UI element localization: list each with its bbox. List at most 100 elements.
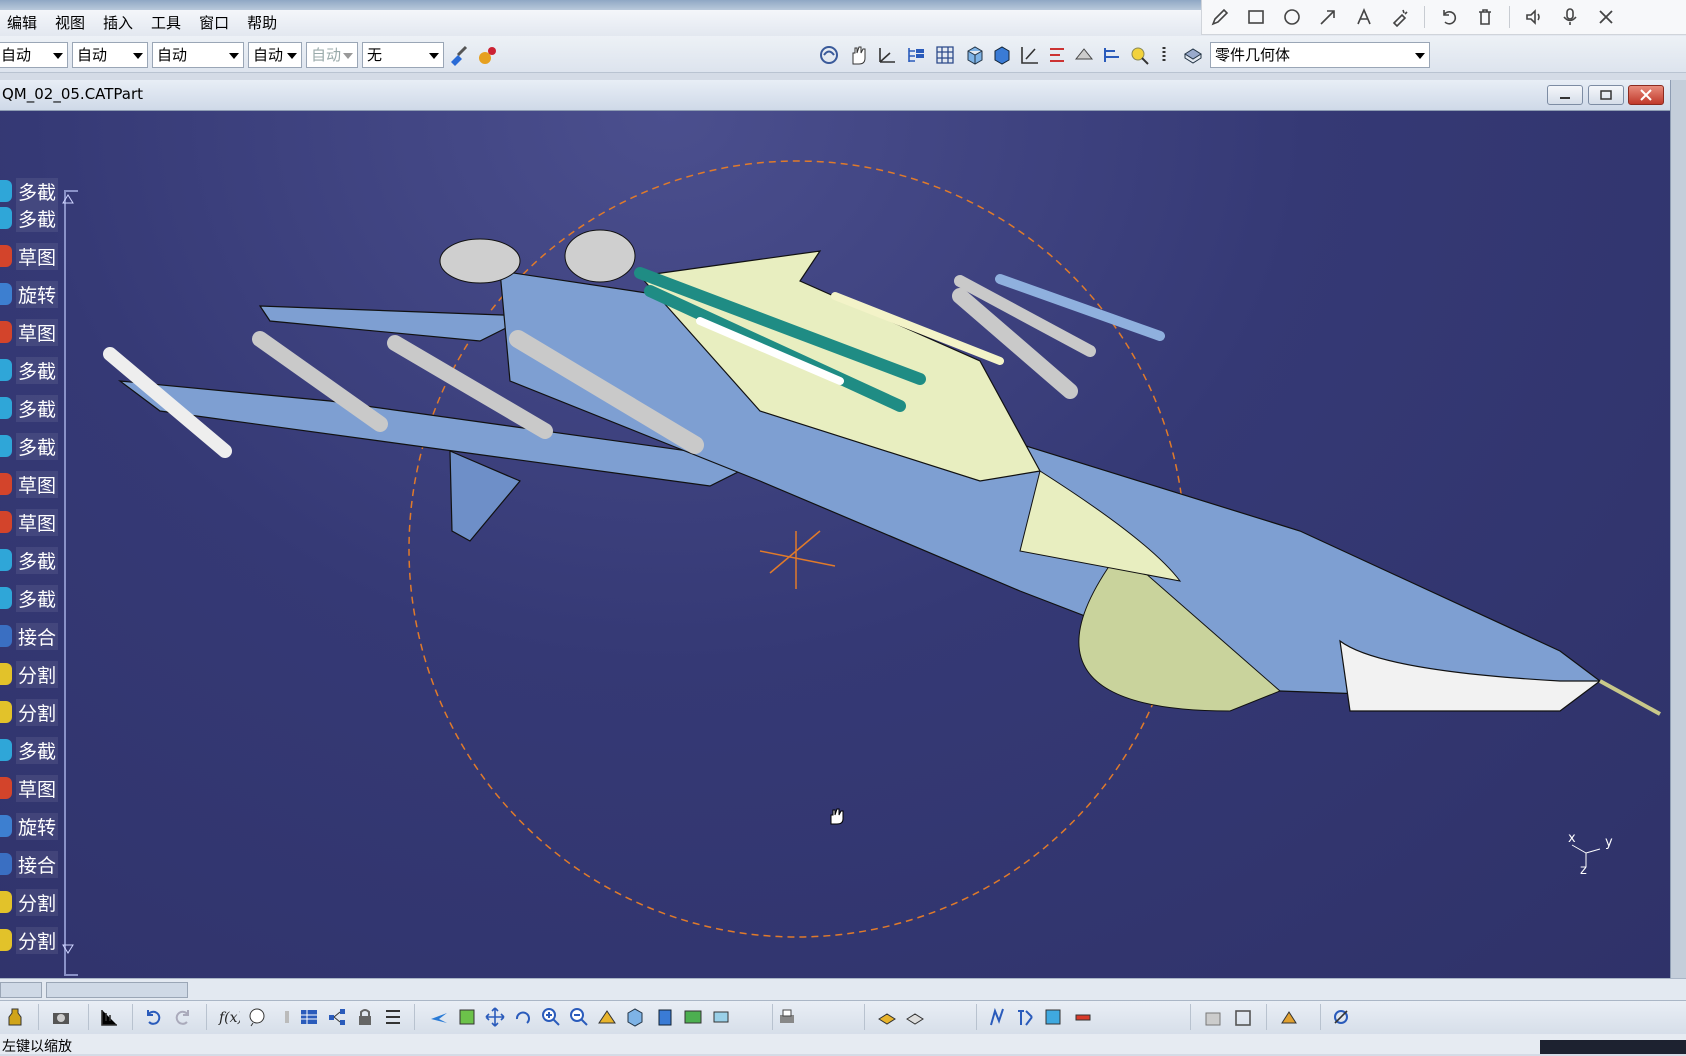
graphic-properties-icon[interactable] <box>477 44 499 66</box>
close-icon <box>1640 89 1652 101</box>
mini-tab[interactable] <box>46 982 188 998</box>
scroll-down-icon[interactable] <box>62 944 74 954</box>
maximize-button[interactable] <box>1588 85 1624 105</box>
boolean-icon[interactable] <box>986 1006 1008 1028</box>
shading-icon[interactable] <box>654 1006 676 1028</box>
layer-dropdown[interactable]: 无 <box>362 42 444 68</box>
point-symbol-dropdown[interactable]: 自动 <box>306 42 358 68</box>
swap-space-icon[interactable] <box>710 1006 732 1028</box>
undo-icon[interactable] <box>1431 2 1467 32</box>
hide-show-icon[interactable] <box>1019 44 1041 66</box>
mini-tab[interactable] <box>0 982 42 998</box>
formula-icon[interactable]: f(x) <box>218 1006 240 1028</box>
speaker-icon[interactable] <box>1516 2 1552 32</box>
close-button[interactable] <box>1628 85 1664 105</box>
model-canvas[interactable] <box>0 111 1670 978</box>
line-type-dropdown[interactable]: 自动 <box>248 42 302 68</box>
undo-icon[interactable] <box>142 1006 164 1028</box>
toolbar-separator <box>206 1004 207 1030</box>
text-icon[interactable] <box>1346 2 1382 32</box>
multi-section-icon <box>0 549 12 571</box>
lighting-icon[interactable] <box>1128 44 1150 66</box>
rotate-icon[interactable] <box>512 1006 534 1028</box>
normal-view-icon[interactable] <box>596 1006 618 1028</box>
layer-filter-icon[interactable] <box>1154 44 1176 66</box>
status-bar <box>0 1034 1686 1054</box>
trash-icon[interactable] <box>1467 2 1503 32</box>
multi-section-icon <box>0 207 12 229</box>
color-icon[interactable] <box>1042 1006 1064 1028</box>
fill-color-dropdown[interactable]: 自动 <box>0 42 68 68</box>
transparency-dropdown[interactable]: 自动 <box>72 42 148 68</box>
toolbar-separator <box>976 1004 977 1030</box>
zoom-in-icon[interactable] <box>540 1006 562 1028</box>
camera-icon[interactable] <box>50 1006 72 1028</box>
table-icon[interactable] <box>298 1006 320 1028</box>
format-painter-icon[interactable] <box>448 44 470 66</box>
menu-edit[interactable]: 编辑 <box>0 10 48 36</box>
part-body-icon[interactable] <box>1182 44 1204 66</box>
graph-icon[interactable] <box>326 1006 348 1028</box>
part-body-select[interactable]: 零件几何体 <box>1210 42 1430 68</box>
section-icon[interactable] <box>1202 1006 1224 1028</box>
close-icon[interactable] <box>1588 2 1624 32</box>
highlighter-icon[interactable] <box>1382 2 1418 32</box>
menu-insert[interactable]: 插入 <box>96 10 144 36</box>
light-bulb-icon[interactable] <box>276 1006 298 1028</box>
menu-view[interactable]: 视图 <box>48 10 96 36</box>
fly-icon[interactable] <box>428 1006 450 1028</box>
window-right-frame <box>1670 80 1686 980</box>
3d-viewport[interactable]: x y z <box>0 111 1670 978</box>
minimize-button[interactable] <box>1547 85 1583 105</box>
menu-help[interactable]: 帮助 <box>240 10 288 36</box>
fly-mode-icon[interactable] <box>818 44 840 66</box>
pan-hand-icon[interactable] <box>847 44 869 66</box>
rectangle-icon[interactable] <box>1238 2 1274 32</box>
sketch-icon <box>0 473 12 495</box>
catalog-icon[interactable] <box>904 1006 926 1028</box>
constraints-icon[interactable] <box>98 1006 120 1028</box>
compass-z-label: z <box>1580 863 1587 878</box>
tree-item-label: 旋转 <box>16 812 59 840</box>
knowledge-icon[interactable] <box>246 1006 268 1028</box>
microphone-icon[interactable] <box>1552 2 1588 32</box>
tree-item-label: 分割 <box>16 660 59 688</box>
multi-section-icon <box>0 435 12 457</box>
material-icon[interactable] <box>1278 1006 1300 1028</box>
scroll-up-icon[interactable] <box>62 194 74 204</box>
apply-material-icon[interactable] <box>876 1006 898 1028</box>
symbol-icon[interactable] <box>1014 1006 1036 1028</box>
line-thickness-dropdown[interactable]: 自动 <box>152 42 244 68</box>
bottle-icon[interactable] <box>4 1006 26 1028</box>
fit-all-icon[interactable] <box>456 1006 478 1028</box>
lock-icon[interactable] <box>354 1006 376 1028</box>
analysis-icon[interactable] <box>1330 1006 1352 1028</box>
annotation-separator <box>1509 6 1510 28</box>
parameters-icon[interactable] <box>382 1006 404 1028</box>
pen-icon[interactable] <box>1202 2 1238 32</box>
tree-item-label: 接合 <box>16 622 59 650</box>
compass-y-label: y <box>1605 835 1613 850</box>
tree-item-label: 多截 <box>16 204 59 232</box>
arrow-icon[interactable] <box>1310 2 1346 32</box>
zoom-out-icon[interactable] <box>568 1006 590 1028</box>
hide-show-icon[interactable] <box>682 1006 704 1028</box>
render-style-icon[interactable] <box>990 44 1012 66</box>
measure-icon[interactable] <box>1101 44 1123 66</box>
normal-view-icon[interactable] <box>1073 44 1095 66</box>
axis-system-icon[interactable] <box>876 44 898 66</box>
menu-tools[interactable]: 工具 <box>144 10 192 36</box>
print-icon[interactable] <box>776 1006 798 1028</box>
menu-window[interactable]: 窗口 <box>192 10 240 36</box>
remove-icon[interactable] <box>1072 1006 1094 1028</box>
redo-icon[interactable] <box>172 1006 194 1028</box>
tree-expand-icon[interactable] <box>905 44 927 66</box>
quick-view-icon[interactable] <box>624 1006 646 1028</box>
swap-visible-icon[interactable] <box>1046 44 1068 66</box>
view-cube-icon[interactable] <box>963 44 985 66</box>
grid-icon[interactable] <box>934 44 956 66</box>
tree-scrollbar[interactable] <box>64 190 78 976</box>
plane-icon[interactable] <box>1232 1006 1254 1028</box>
pan-icon[interactable] <box>484 1006 506 1028</box>
circle-icon[interactable] <box>1274 2 1310 32</box>
